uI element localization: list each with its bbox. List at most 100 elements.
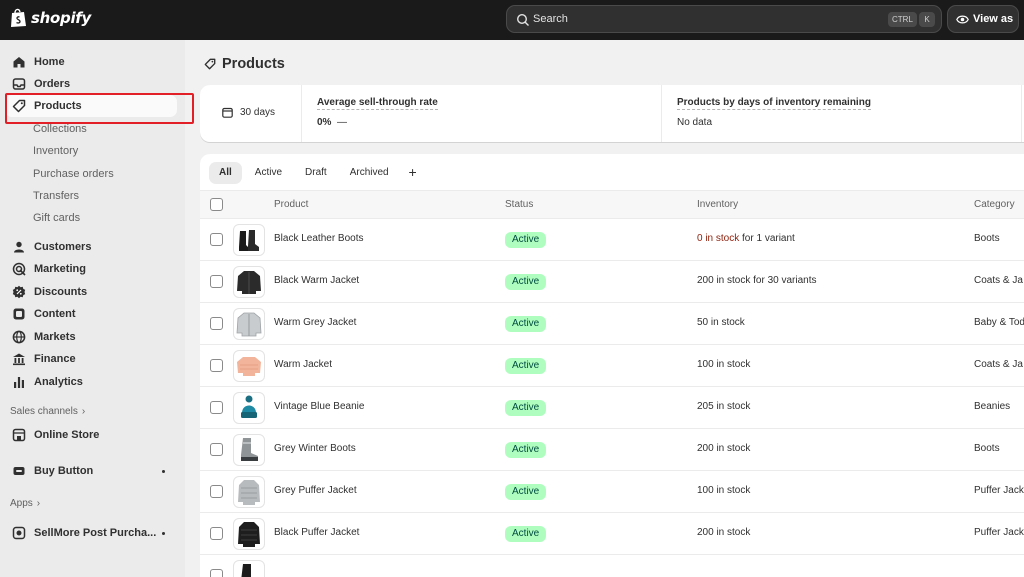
table-row[interactable]: Grey Puffer Jacket Active 100 in stock P… xyxy=(200,471,1024,513)
product-name[interactable]: Vintage Blue Beanie xyxy=(274,401,364,412)
sidebar-item-purchase-orders[interactable]: Purchase orders xyxy=(5,163,177,185)
apps-heading[interactable]: Apps › xyxy=(10,498,40,509)
row-checkbox[interactable] xyxy=(210,275,223,288)
product-thumbnail xyxy=(233,560,265,577)
row-checkbox[interactable] xyxy=(210,527,223,540)
divider xyxy=(1021,85,1022,142)
product-name[interactable]: Black Warm Jacket xyxy=(274,275,359,286)
search-placeholder: Search xyxy=(533,13,568,25)
sell-through-percent: 0% xyxy=(317,117,332,128)
add-view-button[interactable]: + xyxy=(402,162,424,184)
sidebar-item-markets[interactable]: Markets xyxy=(5,326,177,348)
status-badge: Active xyxy=(505,274,547,290)
row-checkbox[interactable] xyxy=(210,401,223,414)
puffer-black-icon xyxy=(238,522,260,547)
store-icon xyxy=(12,428,26,442)
date-range-button[interactable]: 30 days xyxy=(222,107,275,118)
sidebar-item-analytics[interactable]: Analytics xyxy=(5,371,177,393)
target-icon xyxy=(12,262,26,276)
product-name[interactable]: Grey Puffer Jacket xyxy=(274,485,357,496)
sidebar-item-orders[interactable]: Orders xyxy=(5,73,177,95)
row-checkbox[interactable] xyxy=(210,233,223,246)
product-name[interactable]: Warm Jacket xyxy=(274,359,332,370)
view-as-button[interactable]: View as xyxy=(947,5,1019,33)
chevron-right-icon: › xyxy=(36,498,41,509)
chevron-right-icon: › xyxy=(81,406,86,417)
status-badge: Active xyxy=(505,232,547,248)
sidebar-item-home[interactable]: Home xyxy=(5,51,177,73)
inventory-value: 0 in stock for 1 variant xyxy=(697,233,795,244)
product-name[interactable]: Black Puffer Jacket xyxy=(274,527,359,538)
sidebar-item-label: Gift cards xyxy=(33,212,81,224)
search-bar[interactable]: Search CTRL K xyxy=(506,5,942,33)
sidebar-item-customers[interactable]: Customers xyxy=(5,236,177,258)
column-header-inventory[interactable]: Inventory xyxy=(697,199,738,210)
tab-all[interactable]: All xyxy=(209,162,242,184)
category-value: Coats & Ja xyxy=(974,275,1023,286)
sidebar-item-label: Finance xyxy=(34,353,76,365)
category-value: Beanies xyxy=(974,401,1011,412)
status-badge: Active xyxy=(505,358,547,374)
jacket-peach-icon xyxy=(237,357,261,376)
search-icon xyxy=(516,13,529,26)
table-row[interactable]: Grey Winter Boots Active 200 in stock Bo… xyxy=(200,429,1024,471)
table-row[interactable]: Warm Jacket Active 100 in stock Coats & … xyxy=(200,345,1024,387)
status-badge: Active xyxy=(505,400,547,416)
shopify-logo[interactable]: shopify xyxy=(10,8,91,28)
tab-archived[interactable]: Archived xyxy=(340,162,399,184)
row-checkbox[interactable] xyxy=(210,443,223,456)
row-checkbox[interactable] xyxy=(210,485,223,498)
days-inventory-value: No data xyxy=(677,117,713,128)
sales-channels-heading[interactable]: Sales channels › xyxy=(10,406,85,417)
product-thumbnail xyxy=(233,224,265,256)
column-header-status[interactable]: Status xyxy=(505,199,533,210)
calendar-icon xyxy=(222,107,233,118)
content-icon xyxy=(13,308,25,320)
tab-active[interactable]: Active xyxy=(245,162,292,184)
sidebar-item-inventory[interactable]: Inventory xyxy=(5,140,177,162)
globe-icon xyxy=(12,330,26,344)
category-value: Puffer Jack xyxy=(974,485,1024,496)
sales-channels-label: Sales channels xyxy=(10,406,78,417)
sidebar-item-marketing[interactable]: Marketing xyxy=(5,258,177,280)
sell-through-label[interactable]: Average sell-through rate xyxy=(317,97,438,110)
divider xyxy=(661,85,662,142)
row-checkbox[interactable] xyxy=(210,317,223,330)
sidebar-item-buy-button[interactable]: Buy Button xyxy=(5,460,177,482)
sidebar-item-sellmore[interactable]: SellMore Post Purcha... xyxy=(5,522,177,544)
sidebar-item-online-store[interactable]: Online Store xyxy=(5,424,177,446)
row-checkbox[interactable] xyxy=(210,569,223,577)
product-name[interactable]: Grey Winter Boots xyxy=(274,443,356,454)
date-range-label: 30 days xyxy=(240,107,276,118)
sidebar-item-gift-cards[interactable]: Gift cards xyxy=(5,207,177,229)
sidebar-item-label: Content xyxy=(34,308,76,320)
product-name[interactable]: Black Leather Boots xyxy=(274,233,364,244)
row-checkbox[interactable] xyxy=(210,359,223,372)
top-bar: shopify Search CTRL K View as xyxy=(0,0,1024,40)
column-header-category[interactable]: Category xyxy=(974,199,1015,210)
table-row[interactable]: Black Leather Boots Active 0 in stock fo… xyxy=(200,219,1024,261)
table-row[interactable]: Vintage Blue Beanie Active 205 in stock … xyxy=(200,387,1024,429)
sell-through-trend: — xyxy=(337,117,348,128)
sidebar-item-discounts[interactable]: Discounts xyxy=(5,281,177,303)
tab-draft[interactable]: Draft xyxy=(295,162,337,184)
sidebar-item-label: Analytics xyxy=(34,376,83,388)
table-row[interactable]: Black Puffer Jacket Active 200 in stock … xyxy=(200,513,1024,555)
sidebar-item-transfers[interactable]: Transfers xyxy=(5,185,177,207)
shortcut-ctrl-key: CTRL xyxy=(888,12,917,27)
days-inventory-label[interactable]: Products by days of inventory remaining xyxy=(677,97,871,110)
column-header-product[interactable]: Product xyxy=(274,199,308,210)
sidebar-item-content[interactable]: Content xyxy=(5,303,177,325)
table-row[interactable] xyxy=(200,555,1024,577)
select-all-checkbox[interactable] xyxy=(210,198,223,211)
category-value: Coats & Ja xyxy=(974,359,1023,370)
product-name[interactable]: Warm Grey Jacket xyxy=(274,317,356,328)
sidebar-item-label: Collections xyxy=(33,123,87,135)
product-thumbnail xyxy=(233,434,265,466)
table-row[interactable]: Black Warm Jacket Active 200 in stock fo… xyxy=(200,261,1024,303)
table-row[interactable]: Warm Grey Jacket Active 50 in stock Baby… xyxy=(200,303,1024,345)
status-badge: Active xyxy=(505,442,547,458)
product-thumbnail xyxy=(233,350,265,382)
inventory-value: 200 in stock xyxy=(697,527,751,538)
sidebar-item-finance[interactable]: Finance xyxy=(5,348,177,370)
